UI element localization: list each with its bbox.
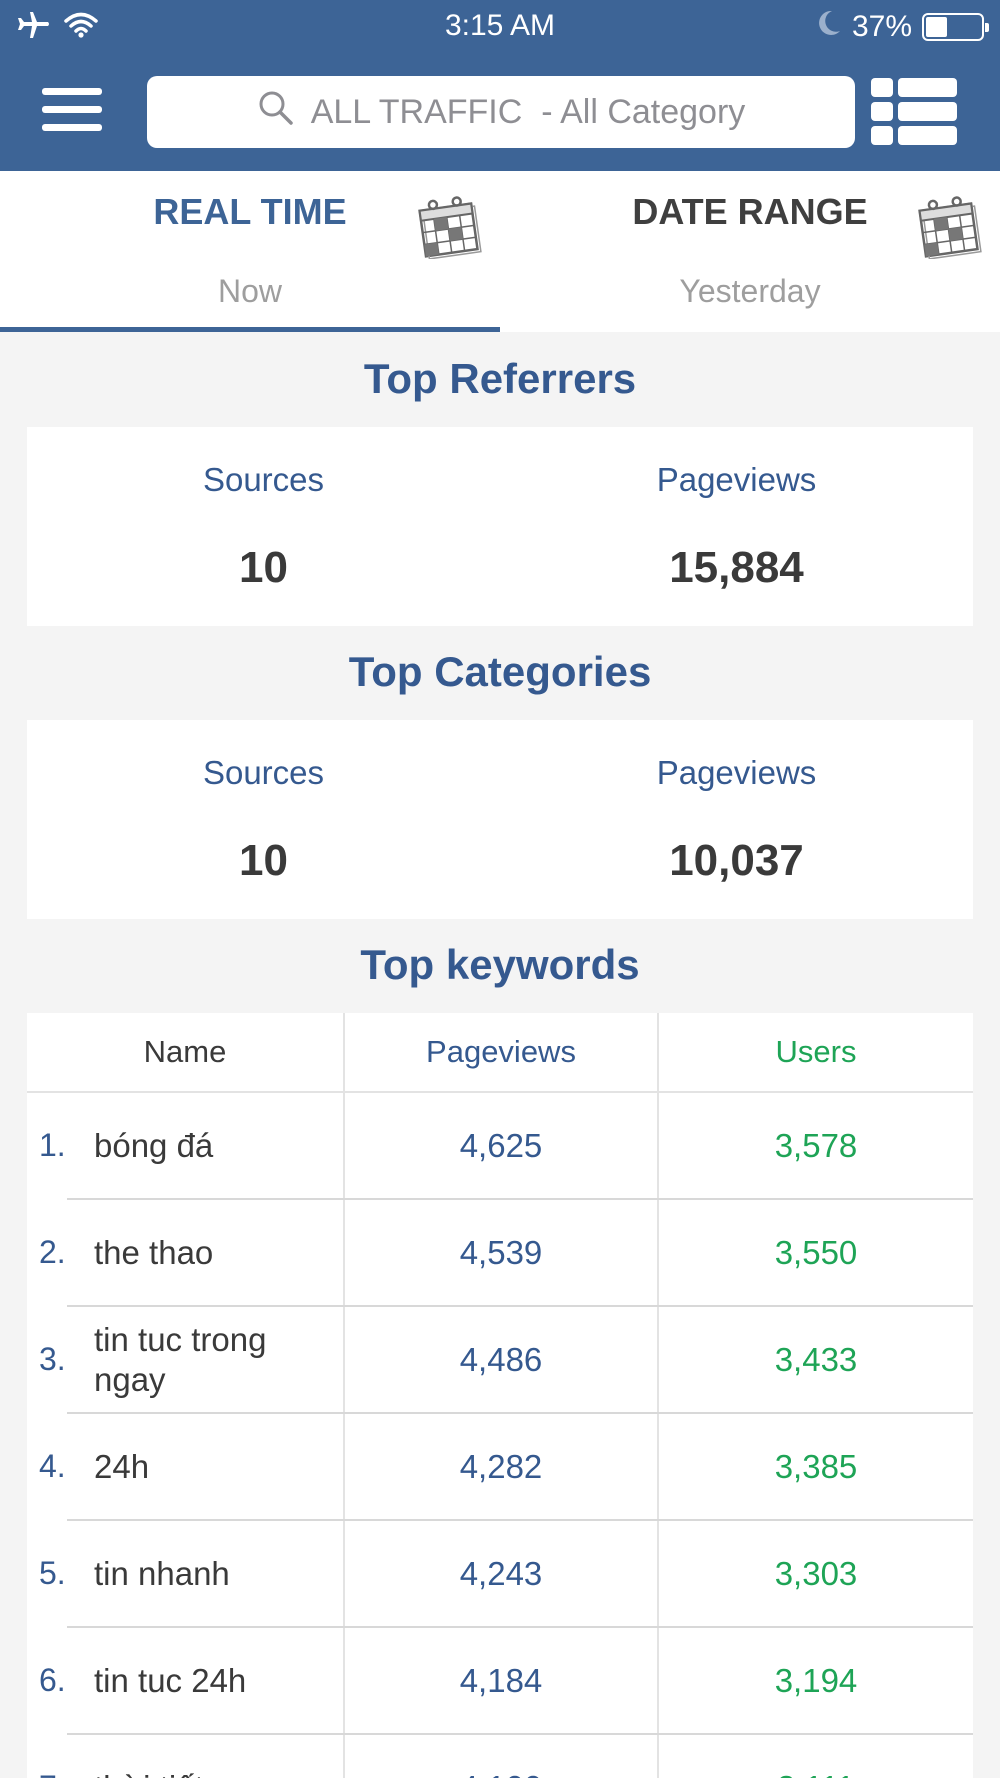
keyword-name: tin nhanh bbox=[94, 1554, 230, 1592]
stat-value: 10,037 bbox=[669, 836, 804, 885]
table-row[interactable]: 4. 24h 4,282 3,385 bbox=[27, 1414, 973, 1521]
top-categories-title: Top Categories bbox=[348, 648, 652, 695]
keyword-pageviews: 4,539 bbox=[459, 1233, 543, 1271]
battery-percent: 37% bbox=[851, 10, 912, 43]
stat-label: Sources bbox=[202, 754, 325, 791]
keyword-users: 3,194 bbox=[774, 1661, 858, 1699]
keywords-table: Name Pageviews Users 1. bóng đá 4,625 3,578… bbox=[27, 1013, 973, 1778]
top-referrers-title: Top Referrers bbox=[363, 355, 637, 402]
list-view-button[interactable] bbox=[871, 78, 957, 146]
keyword-name: tin tuc trong ngay bbox=[94, 1320, 267, 1398]
categories-sources-stat: Sources 10 bbox=[27, 720, 500, 919]
table-row[interactable]: 1. bóng đá 4,625 3,578 bbox=[27, 1093, 973, 1200]
keyword-users: 3,303 bbox=[774, 1554, 858, 1592]
table-row[interactable]: 2. the thao 4,539 3,550 bbox=[27, 1200, 973, 1307]
keyword-rank: 1. bbox=[39, 1127, 66, 1163]
keyword-name: tin tuc 24h bbox=[94, 1661, 247, 1699]
keyword-pageviews: 4,625 bbox=[459, 1126, 543, 1164]
calendar-icon[interactable] bbox=[914, 193, 982, 264]
keyword-users: 3,550 bbox=[774, 1233, 858, 1271]
column-header-users[interactable]: Users bbox=[659, 1013, 973, 1091]
keyword-name: thời tiết bbox=[94, 1735, 334, 1778]
keyword-rank: 3. bbox=[39, 1341, 66, 1377]
stat-label: Pageviews bbox=[656, 754, 817, 791]
time-tabs: REAL TIME Now DATE RANGE Yesterday bbox=[0, 171, 1000, 332]
table-row[interactable]: 6. tin tuc 24h 4,184 3,194 bbox=[27, 1628, 973, 1735]
stat-label: Sources bbox=[202, 461, 325, 498]
table-row[interactable]: 3. tin tuc trong ngay 4,486 3,433 bbox=[27, 1307, 973, 1414]
status-bar: 3:15 AM 37% bbox=[0, 0, 1000, 56]
keyword-rank: 7. bbox=[39, 1735, 66, 1778]
app-header: 3:15 AM 37% ALL TRAFFIC - All Category bbox=[0, 0, 1000, 171]
column-header-name[interactable]: Name bbox=[27, 1013, 343, 1091]
tab-real-time[interactable]: REAL TIME Now bbox=[0, 171, 500, 332]
traffic-filter-search[interactable]: ALL TRAFFIC - All Category bbox=[147, 76, 855, 148]
top-referrers-card[interactable]: Sources 10 Pageviews 15,884 bbox=[27, 427, 973, 626]
keyword-rank: 4. bbox=[39, 1448, 66, 1484]
keyword-users: 3,433 bbox=[774, 1340, 858, 1378]
referrers-sources-stat: Sources 10 bbox=[27, 427, 500, 626]
moon-icon bbox=[816, 9, 842, 45]
search-icon bbox=[257, 89, 295, 136]
keyword-rank: 5. bbox=[39, 1555, 66, 1591]
tab-date-range[interactable]: DATE RANGE Yesterday bbox=[500, 171, 1000, 332]
table-row[interactable]: 7. thời tiết 4,1003,111 bbox=[27, 1735, 973, 1778]
battery-level bbox=[926, 17, 947, 37]
keyword-rank: 6. bbox=[39, 1662, 66, 1698]
stat-value: 15,884 bbox=[669, 543, 804, 592]
keyword-pageviews: 4,100 bbox=[345, 1735, 657, 1778]
keyword-pageviews: 4,486 bbox=[459, 1340, 543, 1378]
keyword-pageviews: 4,184 bbox=[459, 1661, 543, 1699]
battery-icon bbox=[922, 13, 989, 41]
tab-subtitle: Now bbox=[217, 273, 282, 309]
calendar-icon[interactable] bbox=[414, 193, 482, 264]
tab-subtitle: Yesterday bbox=[679, 273, 821, 309]
table-row[interactable]: 5. tin nhanh 4,243 3,303 bbox=[27, 1521, 973, 1628]
keyword-users: 3,385 bbox=[774, 1447, 858, 1485]
keyword-name: bóng đá bbox=[94, 1126, 214, 1164]
keyword-pageviews: 4,243 bbox=[459, 1554, 543, 1592]
top-keywords-title: Top keywords bbox=[360, 941, 640, 988]
keyword-pageviews: 4,282 bbox=[459, 1447, 543, 1485]
keyword-name: 24h bbox=[94, 1447, 150, 1485]
categories-pageviews-stat: Pageviews 10,037 bbox=[500, 720, 973, 919]
search-text: ALL TRAFFIC - All Category bbox=[310, 92, 746, 131]
stat-label: Pageviews bbox=[656, 461, 817, 498]
stat-value: 10 bbox=[239, 836, 288, 885]
column-header-pageviews[interactable]: Pageviews bbox=[345, 1013, 657, 1091]
top-categories-card[interactable]: Sources 10 Pageviews 10,037 bbox=[27, 720, 973, 919]
active-tab-indicator bbox=[0, 327, 500, 332]
keyword-rank: 2. bbox=[39, 1234, 66, 1270]
referrers-pageviews-stat: Pageviews 15,884 bbox=[500, 427, 973, 626]
hamburger-menu-button[interactable] bbox=[42, 88, 102, 132]
keyword-name: the thao bbox=[94, 1233, 214, 1271]
stat-value: 10 bbox=[239, 543, 288, 592]
keyword-users: 3,111 bbox=[659, 1735, 973, 1778]
keyword-users: 3,578 bbox=[774, 1126, 858, 1164]
